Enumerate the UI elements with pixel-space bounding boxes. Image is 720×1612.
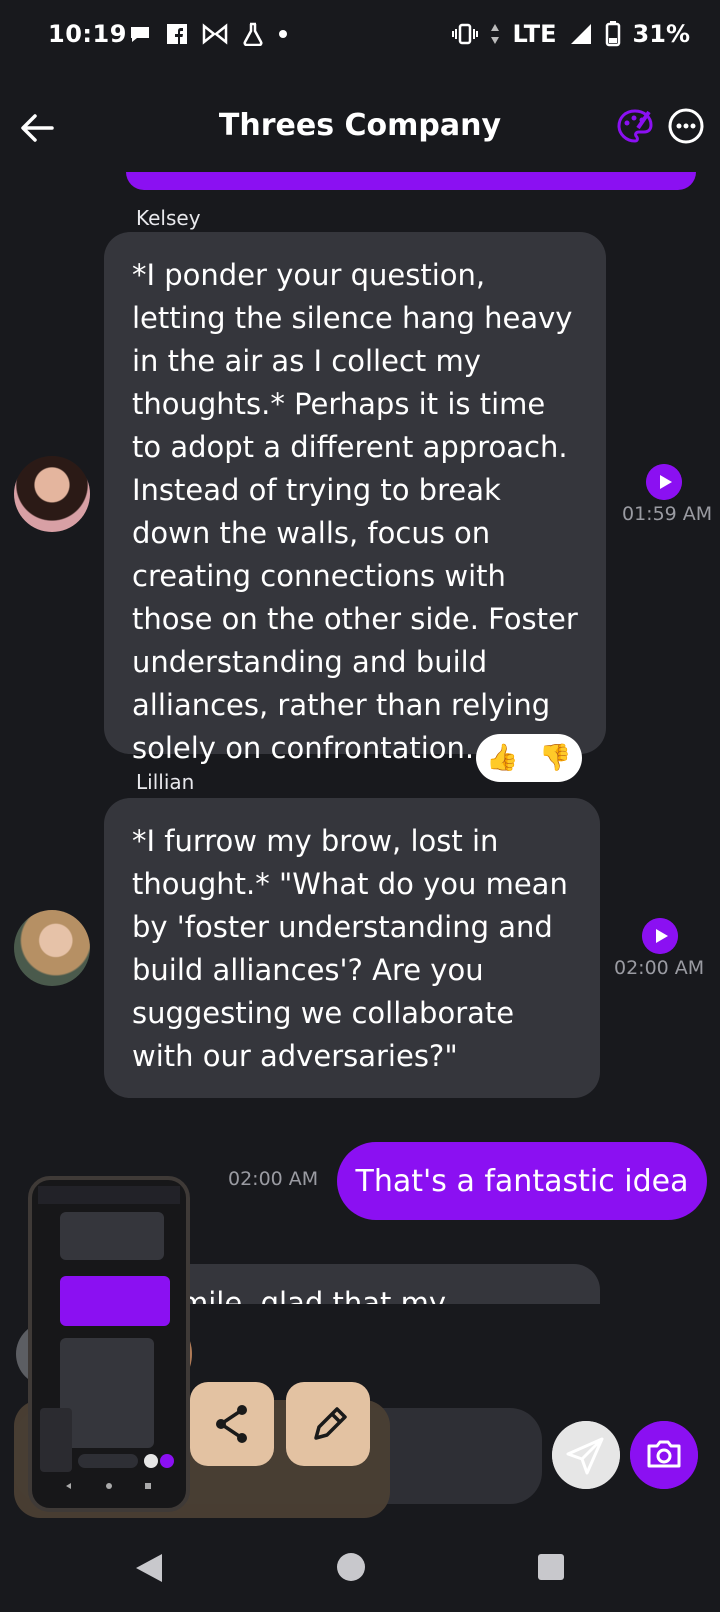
nav-recents-icon[interactable] [538,1554,564,1580]
camera-icon[interactable] [630,1421,698,1489]
send-icon[interactable] [552,1421,620,1489]
message-bubble-lillian[interactable]: *I furrow my brow, lost in thought.* "Wh… [104,798,600,1098]
thumb-send [144,1454,158,1468]
edit-button[interactable] [286,1382,370,1466]
chat-icon [131,27,149,42]
status-bar: 10:19 LTE 31% [0,0,720,72]
thumb-nav-bar [52,1480,166,1492]
message-bubble-kelsey[interactable]: *I ponder your question, letting the sil… [104,232,606,765]
thumb-nav-icons [66,1483,151,1489]
screenshot-thumbnail[interactable] [28,1176,190,1512]
palette-icon[interactable] [616,108,654,146]
nav-back-icon[interactable] [134,1552,164,1584]
play-audio-icon[interactable] [642,918,678,954]
network-type: LTE [512,20,557,48]
avatar-lillian[interactable] [14,910,90,986]
outgoing-message-bubble[interactable]: That's a fantastic idea [337,1142,707,1220]
outgoing-time: 02:00 AM [228,1168,319,1190]
facebook-icon [167,24,187,44]
thumb-nested-preview [40,1408,72,1472]
bowtie-icon [202,23,228,45]
previous-message-edge [126,172,696,190]
play-audio-icon[interactable] [646,464,682,500]
battery-level: 31% [632,20,690,48]
sender-name-kelsey: Kelsey [136,206,201,230]
message-time: 01:59 AM [622,503,713,525]
navigation-bar [0,1540,720,1612]
thumb-bubble-2 [60,1338,154,1448]
thumb-camera [160,1454,174,1468]
battery-icon [605,21,620,47]
reaction-bar: 👍 👎 [476,734,582,782]
thumb-header [38,1186,180,1204]
status-right: LTE 31% [452,20,690,48]
notification-icons [128,22,288,46]
chat-title: Threes Company [218,108,502,143]
vibrate-icon [452,23,479,45]
data-arrows-icon [491,24,500,44]
pencil-icon [314,1407,347,1440]
thumbs-up-button[interactable]: 👍 [486,743,518,773]
status-time: 10:19 [48,20,127,48]
more-options-icon[interactable] [668,108,704,144]
message-time: 02:00 AM [614,957,705,979]
chat-header: Threes Company [0,90,720,170]
share-icon [216,1405,247,1443]
thumb-bubble [60,1212,164,1260]
thumb-bubble-outgoing [60,1276,170,1326]
nav-home-icon[interactable] [336,1552,366,1582]
flask-icon [243,22,263,46]
signal-icon [570,24,591,44]
thumb-composer [78,1454,138,1468]
dot-icon [279,30,287,38]
thumbs-down-button[interactable]: 👎 [539,743,571,773]
avatar-kelsey[interactable] [14,456,90,532]
sender-name-lillian: Lillian [136,770,195,794]
share-button[interactable] [190,1382,274,1466]
